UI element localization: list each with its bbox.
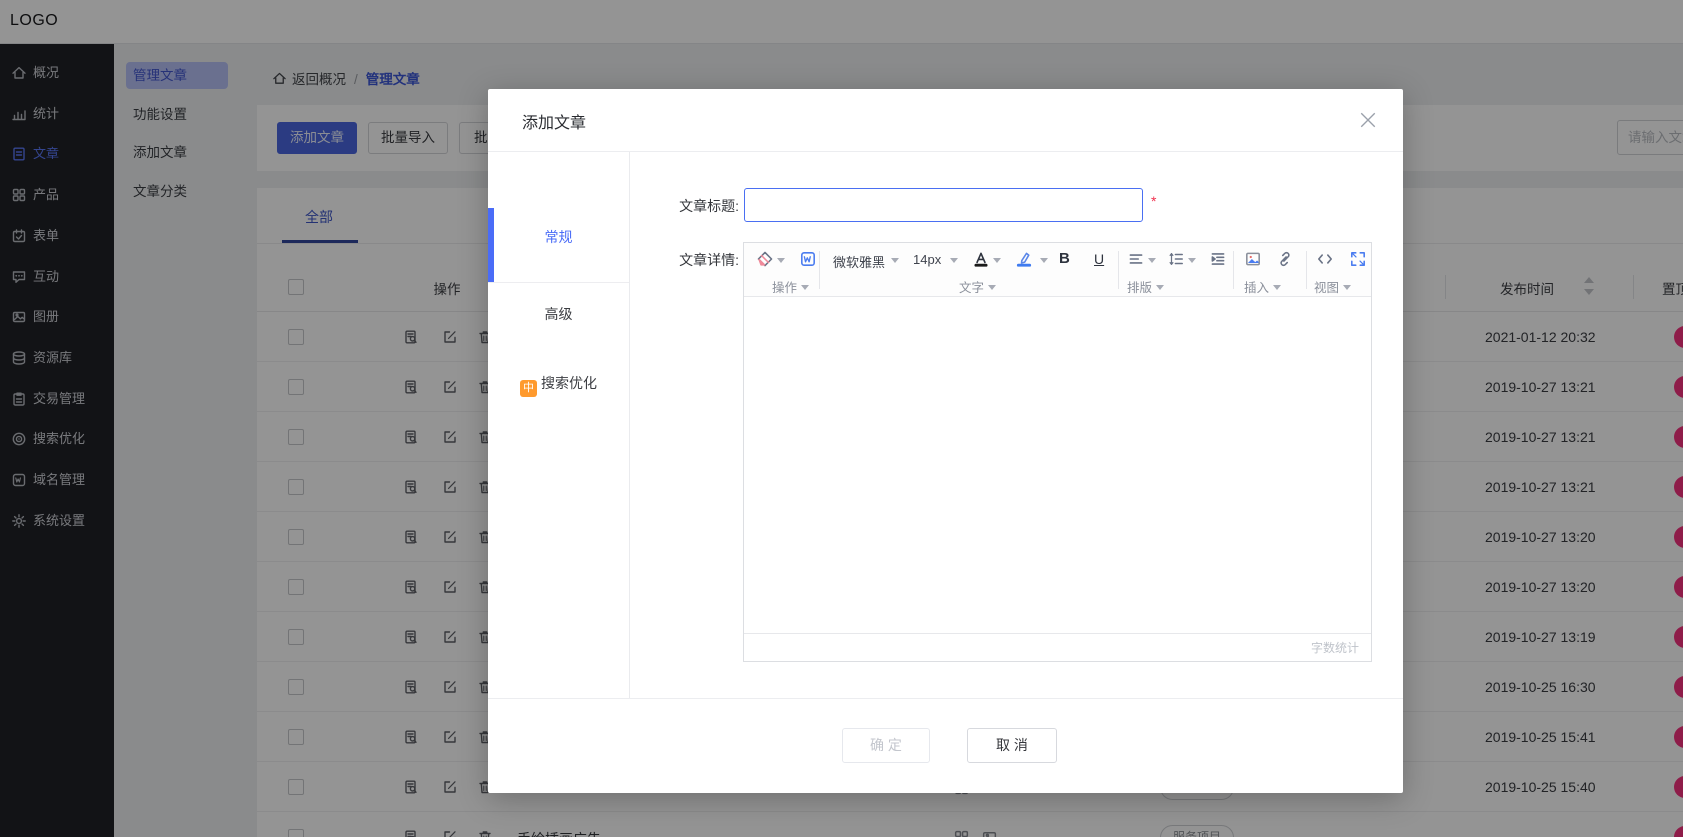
word-count-label: 字数统计 (744, 633, 1371, 661)
close-icon[interactable] (1359, 111, 1377, 129)
chevron-down-icon[interactable] (891, 258, 899, 263)
tab-seo[interactable]: 中搜索优化 (488, 373, 629, 397)
bold-button[interactable]: B (1059, 250, 1070, 267)
insert-link-icon[interactable] (1276, 250, 1294, 268)
editor-content-area[interactable] (744, 298, 1371, 634)
tab-general[interactable]: 常规 (488, 227, 629, 247)
chevron-down-icon[interactable] (1040, 258, 1048, 263)
required-mark: * (1151, 193, 1156, 209)
tab-advanced[interactable]: 高级 (488, 304, 629, 324)
format-clear-icon[interactable] (756, 250, 774, 268)
add-article-dialog: 添加文章 常规 高级 中搜索优化 文章标题: * 文章详情: (488, 89, 1403, 793)
group-view[interactable]: 视图 (1314, 277, 1351, 296)
source-code-icon[interactable] (1316, 250, 1334, 268)
font-size-select[interactable]: 14px (913, 252, 941, 267)
article-detail-label: 文章详情: (619, 250, 739, 270)
cancel-button[interactable]: 取 消 (967, 728, 1057, 763)
group-insert[interactable]: 插入 (1244, 277, 1281, 296)
align-icon[interactable] (1127, 250, 1145, 268)
rich-text-editor: 微软雅黑 14px B U (743, 242, 1372, 662)
word-import-icon[interactable] (799, 250, 817, 268)
editor-toolbar: 微软雅黑 14px B U (744, 243, 1371, 297)
toolbar-divider (1118, 251, 1119, 289)
font-family-select[interactable]: 微软雅黑 (833, 252, 885, 271)
dialog-header: 添加文章 (488, 89, 1403, 152)
article-title-label: 文章标题: (619, 196, 739, 216)
chevron-down-icon[interactable] (993, 258, 1001, 263)
dialog-title: 添加文章 (522, 109, 586, 133)
confirm-button[interactable]: 确 定 (842, 728, 930, 763)
tab-divider (488, 282, 629, 283)
highlight-color-icon[interactable] (1015, 250, 1033, 268)
chevron-down-icon[interactable] (777, 258, 785, 263)
dialog-tab-strip: 常规 高级 中搜索优化 (488, 152, 630, 698)
chevron-down-icon[interactable] (1188, 258, 1196, 263)
font-color-icon[interactable] (972, 250, 990, 268)
seo-badge-icon: 中 (520, 380, 537, 397)
dialog-footer-divider (488, 698, 1403, 699)
toolbar-divider (1306, 251, 1307, 289)
indent-icon[interactable] (1209, 250, 1227, 268)
underline-button[interactable]: U (1094, 251, 1104, 267)
group-text[interactable]: 文字 (959, 277, 996, 296)
chevron-down-icon[interactable] (1148, 258, 1156, 263)
line-height-icon[interactable] (1167, 250, 1185, 268)
toolbar-divider (819, 251, 820, 289)
group-actions[interactable]: 操作 (772, 277, 809, 296)
group-layout[interactable]: 排版 (1127, 277, 1164, 296)
insert-image-icon[interactable] (1244, 250, 1262, 268)
tab-seo-label: 搜索优化 (541, 375, 597, 391)
article-title-input[interactable] (744, 188, 1143, 222)
chevron-down-icon[interactable] (950, 258, 958, 263)
app-window: LOGO 概况统计文章产品表单互动图册资源库交易管理搜索优化域名管理系统设置 管… (0, 0, 1683, 837)
toolbar-divider (1233, 251, 1234, 289)
fullscreen-icon[interactable] (1349, 250, 1367, 268)
